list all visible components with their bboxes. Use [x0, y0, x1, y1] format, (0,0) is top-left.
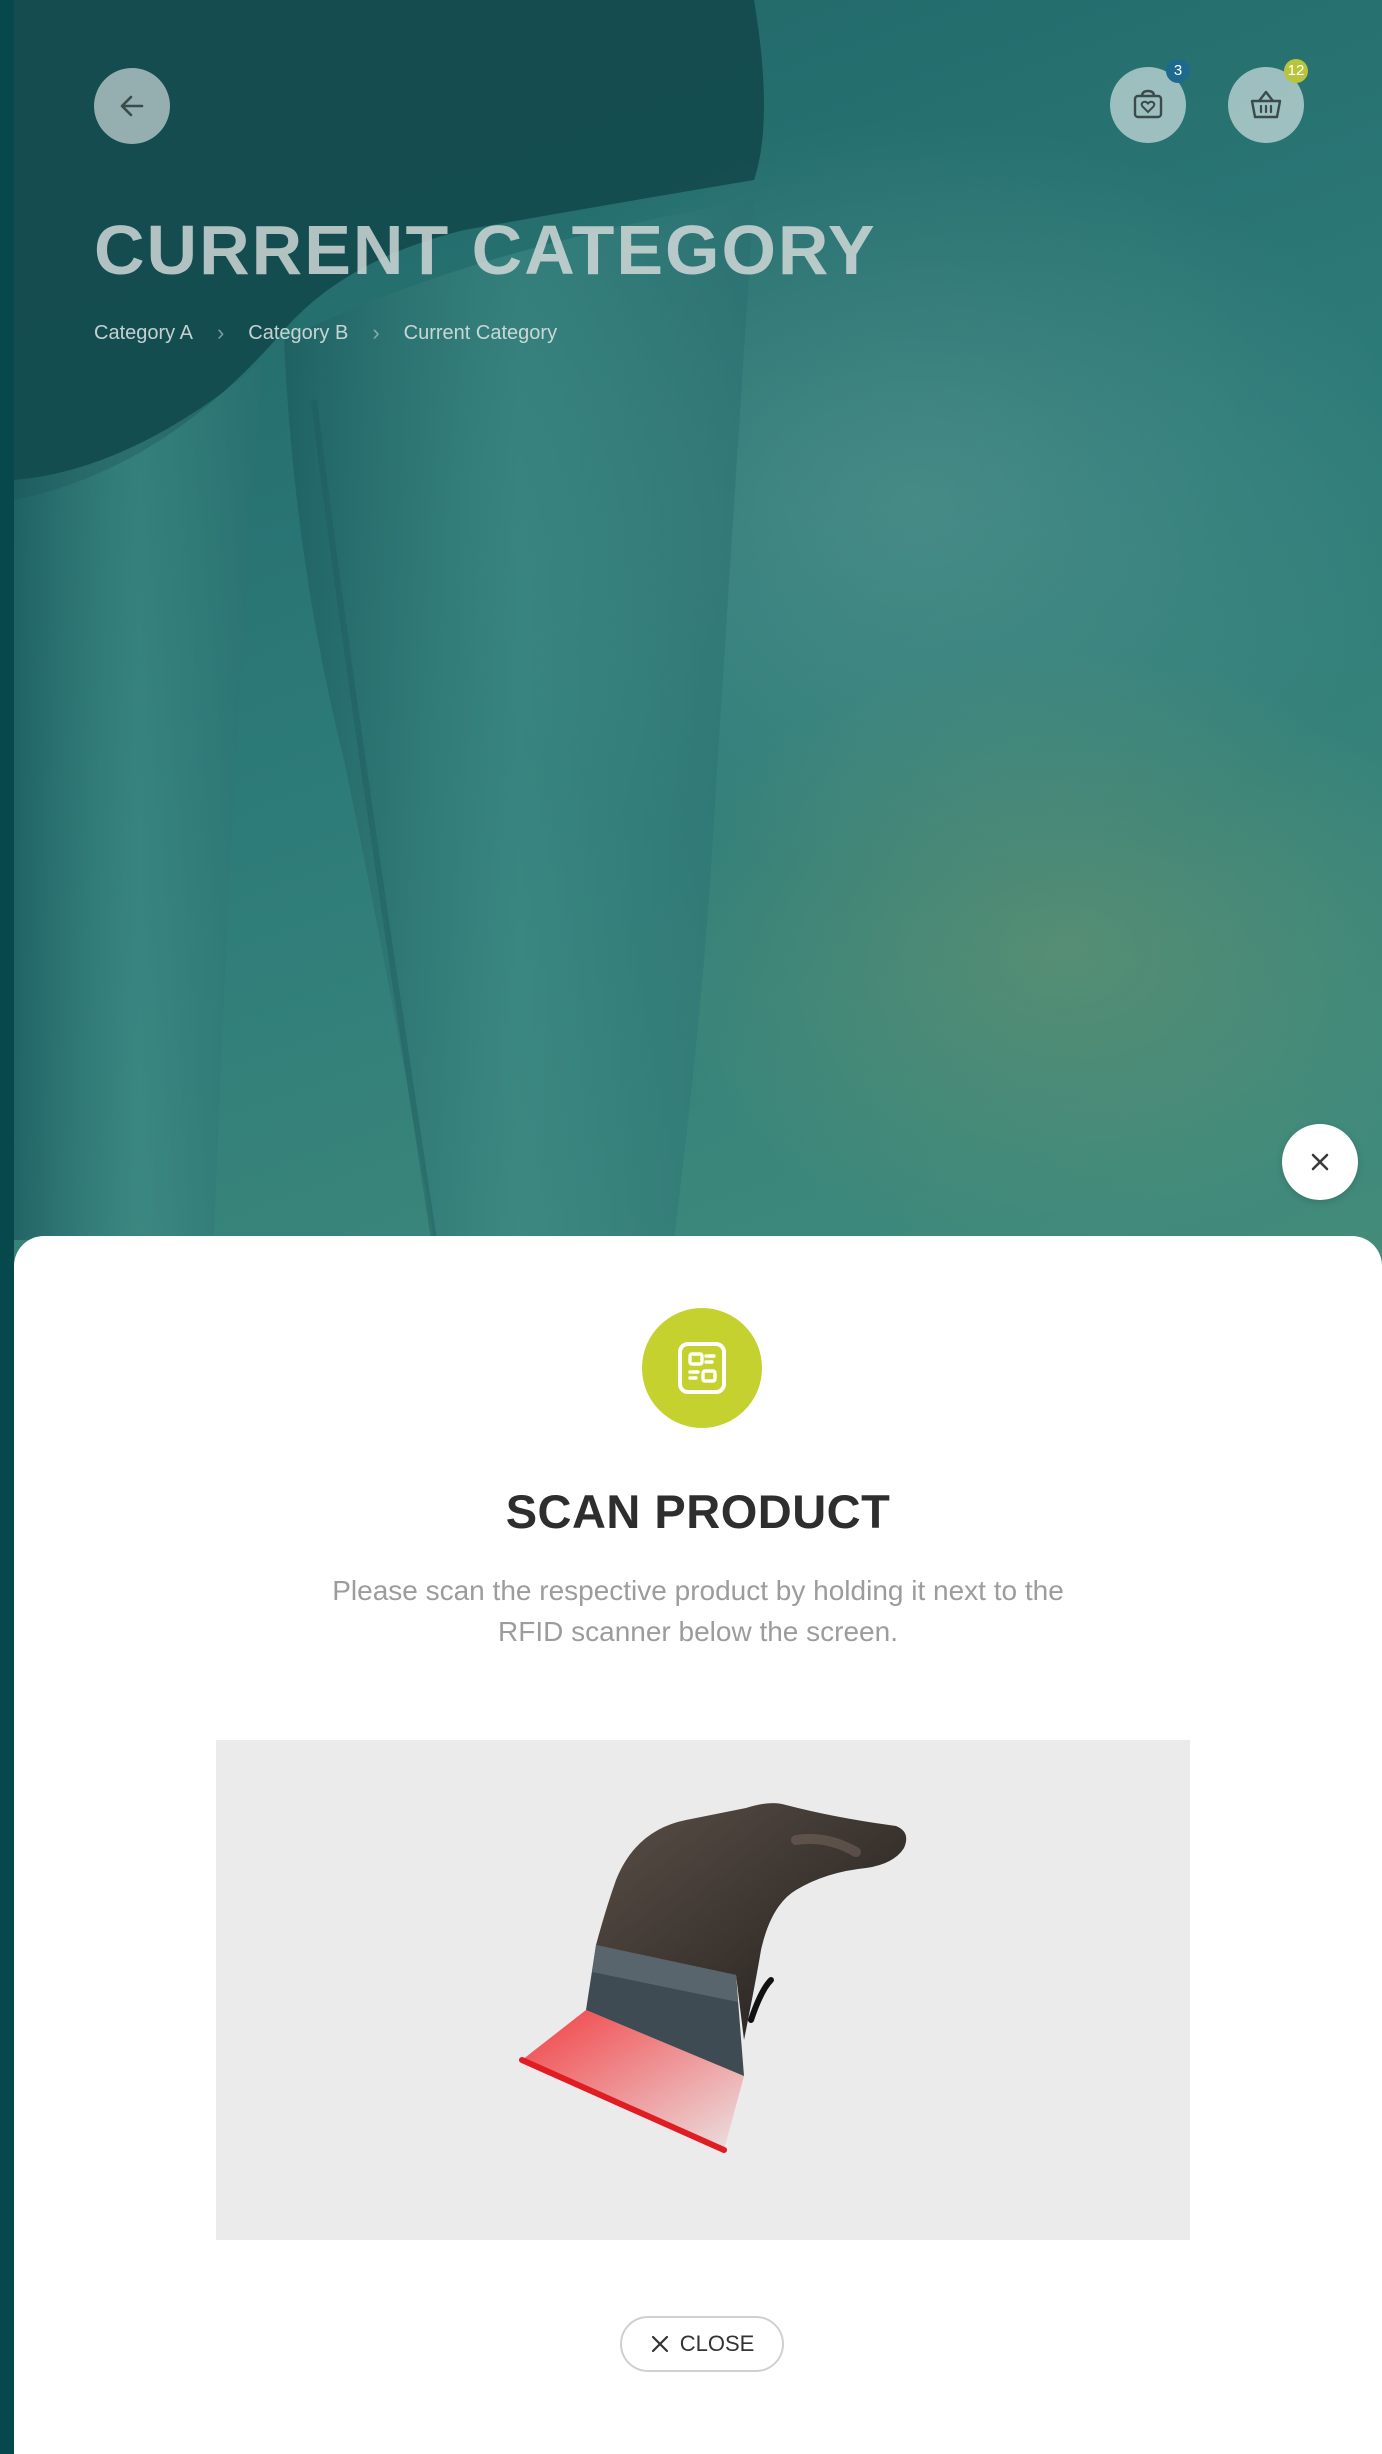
arrow-left-icon — [120, 95, 144, 117]
shopping-bag-heart-icon — [1133, 89, 1163, 119]
rfid-scanner-illustration — [216, 1740, 1190, 2240]
handheld-scanner-icon — [519, 1803, 907, 2153]
breadcrumb: Category A › Category B › Current Catego… — [94, 320, 557, 346]
scan-icon-badge — [642, 1308, 762, 1428]
basket-count-badge: 12 — [1284, 59, 1308, 83]
breadcrumb-item-category-a[interactable]: Category A — [94, 322, 193, 345]
scan-product-modal: SCAN PRODUCT Please scan the respective … — [14, 1236, 1382, 2454]
dismiss-modal-button[interactable] — [1282, 1124, 1358, 1200]
wishlist-count-badge: 3 — [1166, 59, 1190, 83]
close-icon — [651, 2335, 668, 2353]
screen: 3 12 CURRENT CATEGORY Category A › Categ… — [14, 0, 1382, 2454]
close-button-label: CLOSE — [679, 2331, 755, 2356]
modal-title: SCAN PRODUCT — [505, 1485, 891, 1538]
basket-button[interactable]: 12 — [1228, 59, 1308, 143]
chevron-right-icon: › — [216, 320, 225, 345]
qr-scan-icon — [678, 1342, 726, 1394]
top-bar: 3 12 — [14, 0, 1382, 200]
modal-description: Please scan the respective product by ho… — [332, 1575, 1064, 1647]
page-title: CURRENT CATEGORY — [94, 211, 877, 289]
wishlist-button[interactable]: 3 — [1110, 59, 1190, 143]
back-button[interactable] — [94, 68, 170, 144]
breadcrumb-item-category-b[interactable]: Category B — [248, 322, 348, 345]
basket-icon — [1250, 90, 1282, 119]
close-icon — [1311, 1153, 1329, 1171]
chevron-right-icon: › — [372, 320, 380, 345]
breadcrumb-item-current: Current Category — [403, 321, 558, 344]
close-button[interactable]: CLOSE — [620, 2316, 784, 2372]
